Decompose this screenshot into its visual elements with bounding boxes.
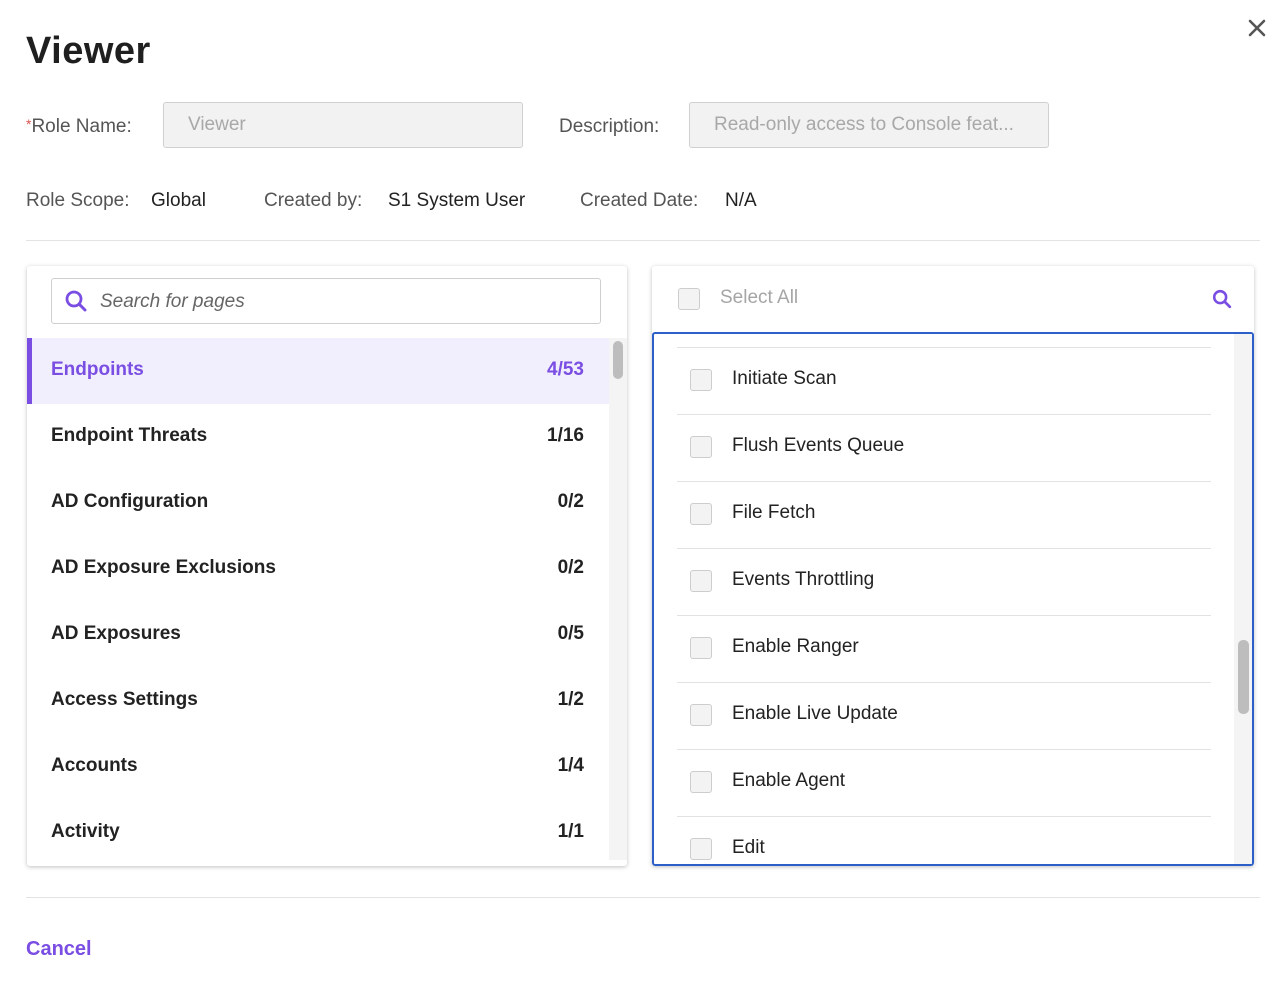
header-divider: [26, 240, 1260, 241]
created-by-label: Created by:: [264, 190, 363, 211]
created-date-value: N/A: [725, 190, 757, 211]
permission-label: Events Throttling: [732, 569, 875, 590]
category-item-ad-exposure-exclusions[interactable]: AD Exposure Exclusions 0/2: [27, 536, 609, 602]
select-all-label: Select All: [720, 287, 799, 308]
category-count: 0/5: [557, 623, 584, 644]
category-name: AD Configuration: [51, 491, 209, 512]
category-count: 1/1: [557, 821, 584, 842]
select-all-checkbox[interactable]: [678, 288, 700, 310]
search-icon[interactable]: [1211, 288, 1233, 310]
category-count: 1/4: [557, 755, 584, 776]
permission-checkbox[interactable]: [690, 637, 712, 659]
permission-scrollbar-thumb[interactable]: [1238, 640, 1249, 714]
role-name-label-text: Role Name:: [31, 116, 132, 137]
category-scrollbar-thumb[interactable]: [613, 341, 623, 379]
permission-item-initiate-scan[interactable]: Initiate Scan: [677, 347, 1211, 414]
page-search-box[interactable]: [51, 278, 601, 325]
category-name: AD Exposures: [51, 623, 181, 644]
permission-list-box: Initiate Scan Flush Events Queue File Fe…: [652, 332, 1254, 866]
category-name: Endpoint Threats: [51, 425, 208, 446]
cancel-button[interactable]: Cancel: [26, 938, 92, 961]
description-label: Description:: [559, 116, 660, 137]
permission-checkbox[interactable]: [690, 704, 712, 726]
category-count: 0/2: [557, 491, 584, 512]
permission-label: Edit: [732, 837, 765, 858]
permission-label: Initiate Scan: [732, 368, 837, 389]
permission-label: Enable Live Update: [732, 703, 898, 724]
permission-checkbox[interactable]: [690, 838, 712, 860]
category-count: 1/16: [547, 425, 584, 446]
permission-label: Enable Agent: [732, 770, 846, 791]
role-scope-label: Role Scope:: [26, 190, 130, 211]
category-item-ad-configuration[interactable]: AD Configuration 0/2: [27, 470, 609, 536]
select-all-row[interactable]: Select All: [652, 266, 1254, 332]
category-name: Endpoints: [51, 359, 144, 380]
footer-divider: [26, 897, 1260, 898]
category-name: Access Settings: [51, 689, 198, 710]
permission-label: Flush Events Queue: [732, 435, 905, 456]
created-date-label: Created Date:: [580, 190, 699, 211]
category-count: 4/53: [547, 359, 584, 380]
permission-label: Enable Ranger: [732, 636, 859, 657]
permission-checkbox[interactable]: [690, 436, 712, 458]
category-name: AD Exposure Exclusions: [51, 557, 276, 578]
category-panel: Endpoints 4/53 Endpoint Threats 1/16 AD …: [27, 266, 627, 866]
category-name: Activity: [51, 821, 120, 842]
dialog-title: Viewer: [26, 30, 151, 72]
created-by-value: S1 System User: [388, 190, 526, 211]
permission-item-enable-agent[interactable]: Enable Agent: [677, 749, 1211, 816]
permission-checkbox[interactable]: [690, 570, 712, 592]
role-scope-value: Global: [151, 190, 206, 211]
permission-checkbox[interactable]: [690, 771, 712, 793]
close-button[interactable]: [1245, 16, 1269, 40]
permission-item-events-throttling[interactable]: Events Throttling: [677, 548, 1211, 615]
permission-item-edit[interactable]: Edit: [677, 816, 1211, 864]
description-input[interactable]: [689, 102, 1049, 148]
permission-panel: Select All Initiate Scan Flush Events Qu…: [652, 266, 1254, 866]
search-icon: [65, 290, 87, 312]
category-count: 1/2: [557, 689, 584, 710]
page-search-input[interactable]: [98, 279, 592, 325]
category-scrollbar[interactable]: [609, 338, 627, 860]
category-list: Endpoints 4/53 Endpoint Threats 1/16 AD …: [27, 338, 609, 866]
category-item-endpoints[interactable]: Endpoints 4/53: [27, 338, 609, 404]
role-name-input[interactable]: [163, 102, 523, 148]
permission-checkbox[interactable]: [690, 369, 712, 391]
category-item-accounts[interactable]: Accounts 1/4: [27, 734, 609, 800]
permission-item-file-fetch[interactable]: File Fetch: [677, 481, 1211, 548]
permission-item-flush-events-queue[interactable]: Flush Events Queue: [677, 414, 1211, 481]
category-item-access-settings[interactable]: Access Settings 1/2: [27, 668, 609, 734]
category-count: 0/2: [557, 557, 584, 578]
category-item-ad-exposures[interactable]: AD Exposures 0/5: [27, 602, 609, 668]
permission-item-enable-live-update[interactable]: Enable Live Update: [677, 682, 1211, 749]
close-icon: [1248, 19, 1266, 37]
role-name-label: *Role Name:: [26, 116, 132, 138]
permission-checkbox[interactable]: [690, 503, 712, 525]
category-item-activity[interactable]: Activity 1/1: [27, 800, 609, 866]
category-name: Accounts: [51, 755, 138, 776]
permission-item-enable-ranger[interactable]: Enable Ranger: [677, 615, 1211, 682]
category-item-endpoint-threats[interactable]: Endpoint Threats 1/16: [27, 404, 609, 470]
permission-label: File Fetch: [732, 502, 816, 523]
permission-scrollbar[interactable]: [1234, 334, 1252, 864]
permission-list: Initiate Scan Flush Events Queue File Fe…: [677, 347, 1211, 864]
